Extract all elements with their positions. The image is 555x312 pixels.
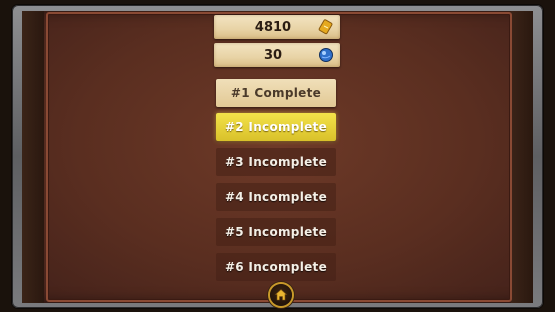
gold-ticket-icon — [318, 19, 333, 35]
level-5-button[interactable]: #5 Incomplete — [216, 218, 336, 246]
level-6-button[interactable]: #6 Incomplete — [216, 253, 336, 281]
coin-counter: 4810 — [214, 15, 340, 39]
gem-count: 30 — [263, 47, 283, 63]
level-1-label: #1 Complete — [230, 86, 322, 100]
level-3-button[interactable]: #3 Incomplete — [216, 148, 336, 176]
left-wood-trim — [22, 11, 44, 303]
gem-counter: 30 — [214, 43, 340, 67]
level-4-button[interactable]: #4 Incomplete — [216, 183, 336, 211]
level-3-label: #3 Incomplete — [224, 155, 328, 169]
home-button[interactable] — [270, 284, 292, 306]
level-4-label: #4 Incomplete — [224, 190, 328, 204]
right-wood-trim — [511, 11, 533, 303]
home-icon — [274, 289, 288, 301]
level-1-button[interactable]: #1 Complete — [216, 79, 336, 107]
blue-orb-icon — [319, 48, 333, 62]
level-6-label: #6 Incomplete — [224, 260, 328, 274]
level-5-label: #5 Incomplete — [224, 225, 328, 239]
coin-count: 4810 — [254, 19, 292, 35]
level-2-button[interactable]: #2 Incomplete — [216, 113, 336, 141]
level-2-label: #2 Incomplete — [224, 120, 328, 134]
